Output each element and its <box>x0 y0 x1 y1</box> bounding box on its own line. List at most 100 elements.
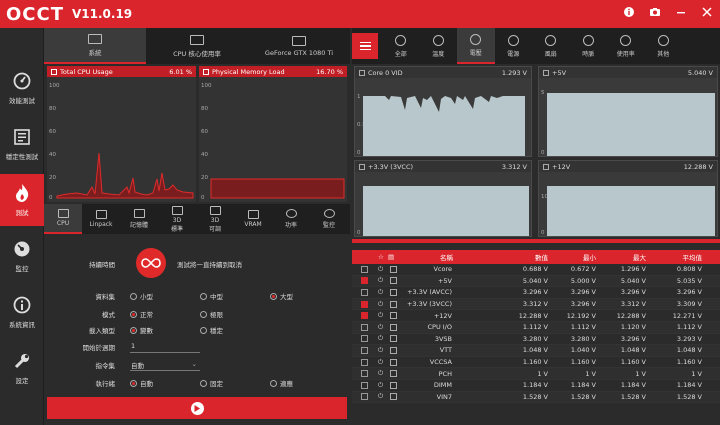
tab-voltage[interactable]: 電壓 <box>457 28 495 64</box>
tab-power[interactable]: 功率 <box>272 204 310 234</box>
table-row[interactable]: ⏻ PCH 1 V 1 V 1 V 1 V <box>352 368 720 380</box>
row-checkbox[interactable] <box>361 323 368 331</box>
column-value[interactable]: 數值 <box>502 252 548 262</box>
column-min[interactable]: 最小 <box>550 252 596 262</box>
sidebar-item-monitor[interactable]: 監控 <box>0 230 44 282</box>
column-max[interactable]: 最大 <box>600 252 646 262</box>
sidebar-item-label: 效能測試 <box>9 97 35 105</box>
sidebar-item-stability[interactable]: 穩定性測試 <box>0 118 44 170</box>
graph-toggle-icon[interactable] <box>390 300 397 308</box>
graph-toggle-icon[interactable] <box>390 346 397 354</box>
instruction-set-select[interactable]: 自動 ⌄ <box>130 360 200 371</box>
hamburger-menu-button[interactable] <box>352 33 378 59</box>
wrench-icon <box>12 351 32 371</box>
table-row[interactable]: ⏻ CPU I/O 1.112 V 1.112 V 1.120 V 1.112 V <box>352 321 720 334</box>
camera-icon[interactable] <box>648 6 662 20</box>
graph-toggle-icon[interactable] <box>390 265 397 273</box>
row-checkbox[interactable] <box>361 288 368 296</box>
graph-toggle-icon[interactable] <box>359 69 365 76</box>
dataset-radio-small[interactable]: 小型 <box>130 291 153 301</box>
graph-toggle-icon[interactable] <box>390 323 397 331</box>
graph-toggle-icon[interactable] <box>359 163 365 170</box>
graph-toggle-icon[interactable] <box>390 370 397 378</box>
tab-3d-standard[interactable]: 3D 標準 <box>158 204 196 234</box>
graph-title: Core 0 VID <box>368 68 403 77</box>
mode-radio-normal[interactable]: 正常 <box>130 309 153 319</box>
load-radio-variable[interactable]: 變數 <box>130 325 153 335</box>
table-row[interactable]: ⏻ +5V 5.040 V 5.000 V 5.040 V 5.035 V <box>352 275 720 288</box>
table-row[interactable]: ⏻ +3.3V (AVCC) 3.296 V 3.296 V 3.296 V 3.296 … <box>352 287 720 299</box>
row-checkbox[interactable] <box>361 393 368 401</box>
row-checkbox[interactable] <box>361 312 368 320</box>
tab-temperature[interactable]: 溫度 <box>420 28 458 64</box>
close-icon[interactable] <box>700 6 714 20</box>
row-checkbox[interactable] <box>361 265 368 273</box>
tab-3d-adaptive[interactable]: 3D 可調 <box>196 204 234 234</box>
mode-radio-extreme[interactable]: 極限 <box>200 309 223 319</box>
row-checkbox[interactable] <box>361 358 368 366</box>
panel-splitter[interactable] <box>352 239 720 243</box>
select-value: 自動 <box>131 362 144 370</box>
load-radio-steady[interactable]: 穩定 <box>200 325 223 335</box>
table-row[interactable]: ⏻ Vcore 0.688 V 0.672 V 1.296 V 0.808 V <box>352 264 720 276</box>
row-checkbox[interactable] <box>361 346 368 354</box>
start-test-button[interactable] <box>47 397 347 419</box>
threads-radio-adaptive[interactable]: 適應 <box>270 378 293 388</box>
graph-toggle-icon[interactable] <box>390 288 397 296</box>
graph-toggle-icon[interactable] <box>390 358 397 366</box>
radio-label: 適應 <box>280 380 293 388</box>
table-row[interactable]: ⏻ 3VSB 3.280 V 3.280 V 3.296 V 3.293 V <box>352 334 720 346</box>
table-row[interactable]: ⏻ +3.3V (3VCC) 3.312 V 3.296 V 3.312 V 3.309 … <box>352 298 720 311</box>
tab-clocks[interactable]: 時脈 <box>570 28 608 64</box>
sidebar-item-test[interactable]: 測試 <box>0 174 44 226</box>
column-avg[interactable]: 平均值 <box>656 252 703 262</box>
table-row[interactable]: ⏻ +12V 12.288 V 12.192 V 12.288 V 12.271 V <box>352 310 720 322</box>
tab-gpu[interactable]: GeForce GTX 1080 Ti <box>248 28 350 64</box>
threads-radio-auto[interactable]: 自動 <box>130 378 153 388</box>
sidebar-item-settings[interactable]: 設定 <box>0 342 44 394</box>
plug-icon: ⏻ <box>378 311 384 320</box>
tab-memory[interactable]: 記憶體 <box>120 204 158 234</box>
graph-toggle-icon[interactable] <box>543 69 549 76</box>
row-checkbox[interactable] <box>361 335 368 343</box>
table-row[interactable]: ⏻ VCCSA 1.160 V 1.160 V 1.160 V 1.160 V <box>352 357 720 369</box>
threads-radio-fixed[interactable]: 固定 <box>200 378 223 388</box>
table-row[interactable]: ⏻ DIMM 1.184 V 1.184 V 1.184 V 1.184 V <box>352 380 720 392</box>
tab-label: GeForce GTX 1080 Ti <box>264 48 334 57</box>
graph-toggle-icon[interactable] <box>543 163 549 170</box>
tab-system[interactable]: 系統 <box>44 28 146 64</box>
graph-toggle-icon[interactable] <box>390 312 397 320</box>
graph-toggle-icon[interactable] <box>51 68 57 75</box>
dataset-radio-medium[interactable]: 中型 <box>200 291 223 301</box>
graph-toggle-icon[interactable] <box>390 335 397 343</box>
dataset-radio-large[interactable]: 大型 <box>270 291 293 301</box>
tab-monitor[interactable]: 監控 <box>310 204 348 234</box>
tab-cpu[interactable]: CPU <box>44 204 82 234</box>
start-cycle-input[interactable]: 1 <box>130 342 200 353</box>
row-checkbox[interactable] <box>361 300 368 308</box>
graph-toggle-icon[interactable] <box>390 393 397 401</box>
graph-toggle-icon[interactable] <box>390 381 397 389</box>
row-checkbox[interactable] <box>361 381 368 389</box>
tab-other[interactable]: 其他 <box>645 28 683 64</box>
tab-cpu-core-usage[interactable]: CPU 核心使用率 <box>146 28 248 64</box>
column-name[interactable]: 名稱 <box>440 252 453 262</box>
sidebar-item-sysinfo[interactable]: 系統資訊 <box>0 286 44 338</box>
tab-fans[interactable]: 風扇 <box>532 28 570 64</box>
tab-power[interactable]: 電源 <box>495 28 533 64</box>
graph-toggle-icon[interactable] <box>390 277 397 285</box>
tab-usage[interactable]: 使用率 <box>607 28 645 64</box>
table-row[interactable]: ⏻ VIN7 1.528 V 1.528 V 1.528 V 1.528 V <box>352 391 720 404</box>
tab-linpack[interactable]: Linpack <box>82 204 120 234</box>
radio-circle <box>270 379 277 387</box>
star-icon[interactable]: ☆ <box>378 253 384 261</box>
row-checkbox[interactable] <box>361 277 368 285</box>
tab-all[interactable]: 全部 <box>382 28 420 64</box>
minimize-icon[interactable] <box>674 6 688 20</box>
sidebar-item-benchmark[interactable]: 效能測試 <box>0 62 44 114</box>
row-checkbox[interactable] <box>361 370 368 378</box>
tab-vram[interactable]: VRAM <box>234 204 272 234</box>
graph-toggle-icon[interactable] <box>203 68 209 75</box>
table-row[interactable]: ⏻ VTT 1.048 V 1.040 V 1.048 V 1.048 V <box>352 345 720 357</box>
info-icon[interactable] <box>622 6 636 20</box>
